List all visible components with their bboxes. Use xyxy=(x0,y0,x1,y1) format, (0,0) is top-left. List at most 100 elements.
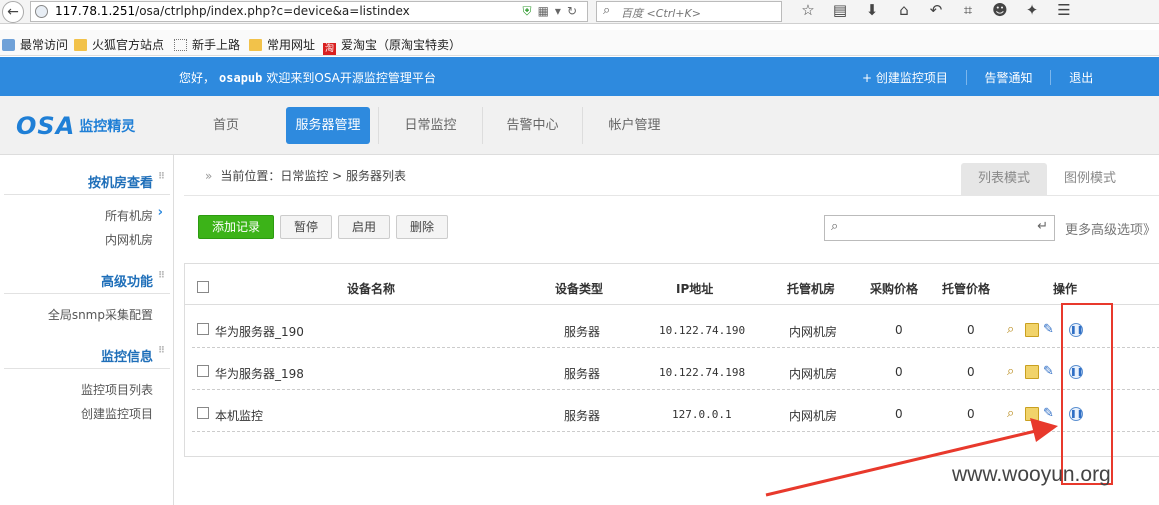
device-type: 服务器 xyxy=(564,367,601,381)
nav-daily-monitor[interactable]: 日常监控 xyxy=(378,107,482,144)
pause-button[interactable]: 暂停 xyxy=(280,215,332,239)
bookmark-common-sites[interactable]: 常用网址 xyxy=(249,36,315,53)
row-checkbox[interactable] xyxy=(197,365,209,377)
crop-icon: ⌗ xyxy=(963,1,973,19)
address-bar-icons[interactable]: ⛨▦▾↻ xyxy=(523,4,583,19)
bookmarks-bar: 最常访问 火狐官方站点 新手上路 常用网址 淘爱淘宝（原淘宝特卖） xyxy=(0,30,1159,56)
chat-icon: ☻ xyxy=(992,1,1008,19)
ip-address: 10.122.74.198 xyxy=(659,366,746,379)
table-row: 本机监控 服务器 127.0.0.1 内网机房 0 0 ⌕ ✎ ❚❚ xyxy=(192,396,1159,432)
sidebar-section-title: 按机房查看 xyxy=(88,172,165,191)
view-icon[interactable]: ⌕ xyxy=(1007,406,1021,421)
room-name: 内网机房 xyxy=(789,325,838,339)
bookmark-most-visited[interactable]: 最常访问 xyxy=(2,36,68,53)
sidebar-item-intranet-room[interactable]: 内网机房 xyxy=(105,231,153,248)
host-price: 0 xyxy=(967,407,975,421)
browser-toolbar: ← 117.78.1.251/osa/ctrlphp/index.php?c=d… xyxy=(0,0,1159,24)
edit-icon[interactable]: ✎ xyxy=(1043,322,1057,337)
main-header: OSA 监控精灵 首页 服务器管理 日常监控 告警中心 帐户管理 xyxy=(0,96,1159,155)
dotted-page-icon xyxy=(174,39,187,51)
logout-link[interactable]: 退出 xyxy=(1069,69,1093,86)
back-arrow-icon[interactable]: ← xyxy=(2,1,24,23)
notes-icon[interactable] xyxy=(1025,364,1039,379)
device-name-link[interactable]: 本机监控 xyxy=(215,407,263,424)
row-checkbox[interactable] xyxy=(197,407,209,419)
view-icon[interactable]: ⌕ xyxy=(1007,322,1021,337)
col-actions: 操作 xyxy=(1053,282,1078,296)
server-table: 设备名称 设备类型 IP地址 托管机房 采购价格 托管价格 操作 华为服务器_1… xyxy=(184,263,1159,457)
ip-address: 10.122.74.190 xyxy=(659,324,746,337)
address-bar[interactable]: 117.78.1.251/osa/ctrlphp/index.php?c=dev… xyxy=(30,1,588,22)
sidebar-item-create-monitor[interactable]: 创建监控项目 xyxy=(81,405,153,422)
home-icon: ⌂ xyxy=(899,1,909,19)
watermark: www.wooyun.org xyxy=(952,463,1111,486)
enable-button[interactable]: 启用 xyxy=(338,215,390,239)
divider xyxy=(1050,70,1052,85)
tab-chart-mode[interactable]: 图例模式 xyxy=(1047,163,1133,195)
breadcrumb: » 当前位置：日常监控 > 服务器列表 xyxy=(205,169,407,183)
dropdown-icon: ▾ xyxy=(554,4,567,18)
buy-price: 0 xyxy=(895,323,903,337)
device-name-link[interactable]: 华为服务器_198 xyxy=(215,365,304,382)
sidebar-item-monitor-list[interactable]: 监控项目列表 xyxy=(81,381,153,398)
row-checkbox[interactable] xyxy=(197,323,209,335)
sidebar-section-title: 高级功能 xyxy=(101,271,165,290)
filter-input[interactable]: ⌕ ↵ xyxy=(824,215,1055,241)
browser-search-input[interactable]: ⌕ 百度 <Ctrl+K> xyxy=(596,1,782,22)
room-name: 内网机房 xyxy=(789,409,838,423)
col-device-name: 设备名称 xyxy=(347,282,396,296)
more-options-link[interactable]: 更多高级选项》 xyxy=(1065,219,1156,238)
annotation-box xyxy=(1061,303,1113,485)
sidebar-item-all-rooms[interactable]: 所有机房 xyxy=(105,205,163,224)
buy-price: 0 xyxy=(895,407,903,421)
col-buy-price: 采购价格 xyxy=(870,282,919,296)
table-row: 华为服务器_198 服务器 10.122.74.198 内网机房 0 0 ⌕ ✎ ❚… xyxy=(192,354,1159,390)
room-name: 内网机房 xyxy=(789,367,838,381)
bookmark-icon xyxy=(2,39,15,51)
logo: OSA 监控精灵 xyxy=(16,112,136,140)
device-type: 服务器 xyxy=(564,325,601,339)
edit-icon[interactable]: ✎ xyxy=(1043,406,1057,421)
divider xyxy=(4,293,170,294)
undo-icon: ↶ xyxy=(929,1,943,19)
device-name-link[interactable]: 华为服务器_190 xyxy=(215,323,304,340)
divider xyxy=(184,195,1159,196)
bookmark-getting-started[interactable]: 新手上路 xyxy=(174,36,240,53)
host-price: 0 xyxy=(967,323,975,337)
search-icon: ⌕ xyxy=(831,219,839,234)
taobao-icon: 淘 xyxy=(323,43,336,55)
shield-icon: ⛨ xyxy=(522,4,538,18)
col-device-type: 设备类型 xyxy=(555,282,604,296)
bookmark-aitaobao[interactable]: 淘爱淘宝（原淘宝特卖） xyxy=(323,36,461,55)
sidebar-item-snmp-config[interactable]: 全局snmp采集配置 xyxy=(48,306,153,323)
nav-server-manage[interactable]: 服务器管理 xyxy=(286,107,370,144)
nav-alert-center[interactable]: 告警中心 xyxy=(482,107,582,144)
welcome-message: 您好， osapub 欢迎来到OSA开源监控管理平台 xyxy=(179,71,436,85)
notes-icon[interactable] xyxy=(1025,322,1039,337)
tab-list-mode[interactable]: 列表模式 xyxy=(961,163,1047,195)
enter-icon: ↵ xyxy=(1037,219,1048,234)
alert-notify-link[interactable]: 告警通知 xyxy=(985,69,1033,86)
nav-home[interactable]: 首页 xyxy=(176,107,276,144)
star-icon: ☆ xyxy=(801,1,815,19)
search-icon: ⌕ xyxy=(603,3,611,18)
divider xyxy=(4,194,170,195)
browser-toolbar-icons[interactable]: ☆ ▤ ⬇ ⌂ ↶ ⌗ ☻ ✦ ☰ xyxy=(792,1,1080,19)
divider xyxy=(965,70,967,85)
bookmark-firefox-official[interactable]: 火狐官方站点 xyxy=(74,36,164,53)
col-room: 托管机房 xyxy=(787,282,836,296)
add-record-button[interactable]: 添加记录 xyxy=(198,215,274,239)
top-bar: 您好， osapub 欢迎来到OSA开源监控管理平台 + 创建监控项目 告警通知 退… xyxy=(0,57,1159,96)
view-icon[interactable]: ⌕ xyxy=(1007,364,1021,379)
menu-icon: ☰ xyxy=(1057,1,1071,19)
select-all-checkbox[interactable] xyxy=(197,281,209,293)
create-monitor-link[interactable]: + 创建监控项目 xyxy=(862,69,948,86)
notes-icon[interactable] xyxy=(1025,406,1039,421)
device-type: 服务器 xyxy=(564,409,601,423)
nav-account-manage[interactable]: 帐户管理 xyxy=(582,107,686,144)
delete-button[interactable]: 删除 xyxy=(396,215,448,239)
search-placeholder: 百度 <Ctrl+K> xyxy=(621,7,701,20)
sidebar: 按机房查看 所有机房 内网机房 高级功能 全局snmp采集配置 监控信息 监控项… xyxy=(0,155,174,505)
col-ip: IP地址 xyxy=(676,282,714,296)
edit-icon[interactable]: ✎ xyxy=(1043,364,1057,379)
